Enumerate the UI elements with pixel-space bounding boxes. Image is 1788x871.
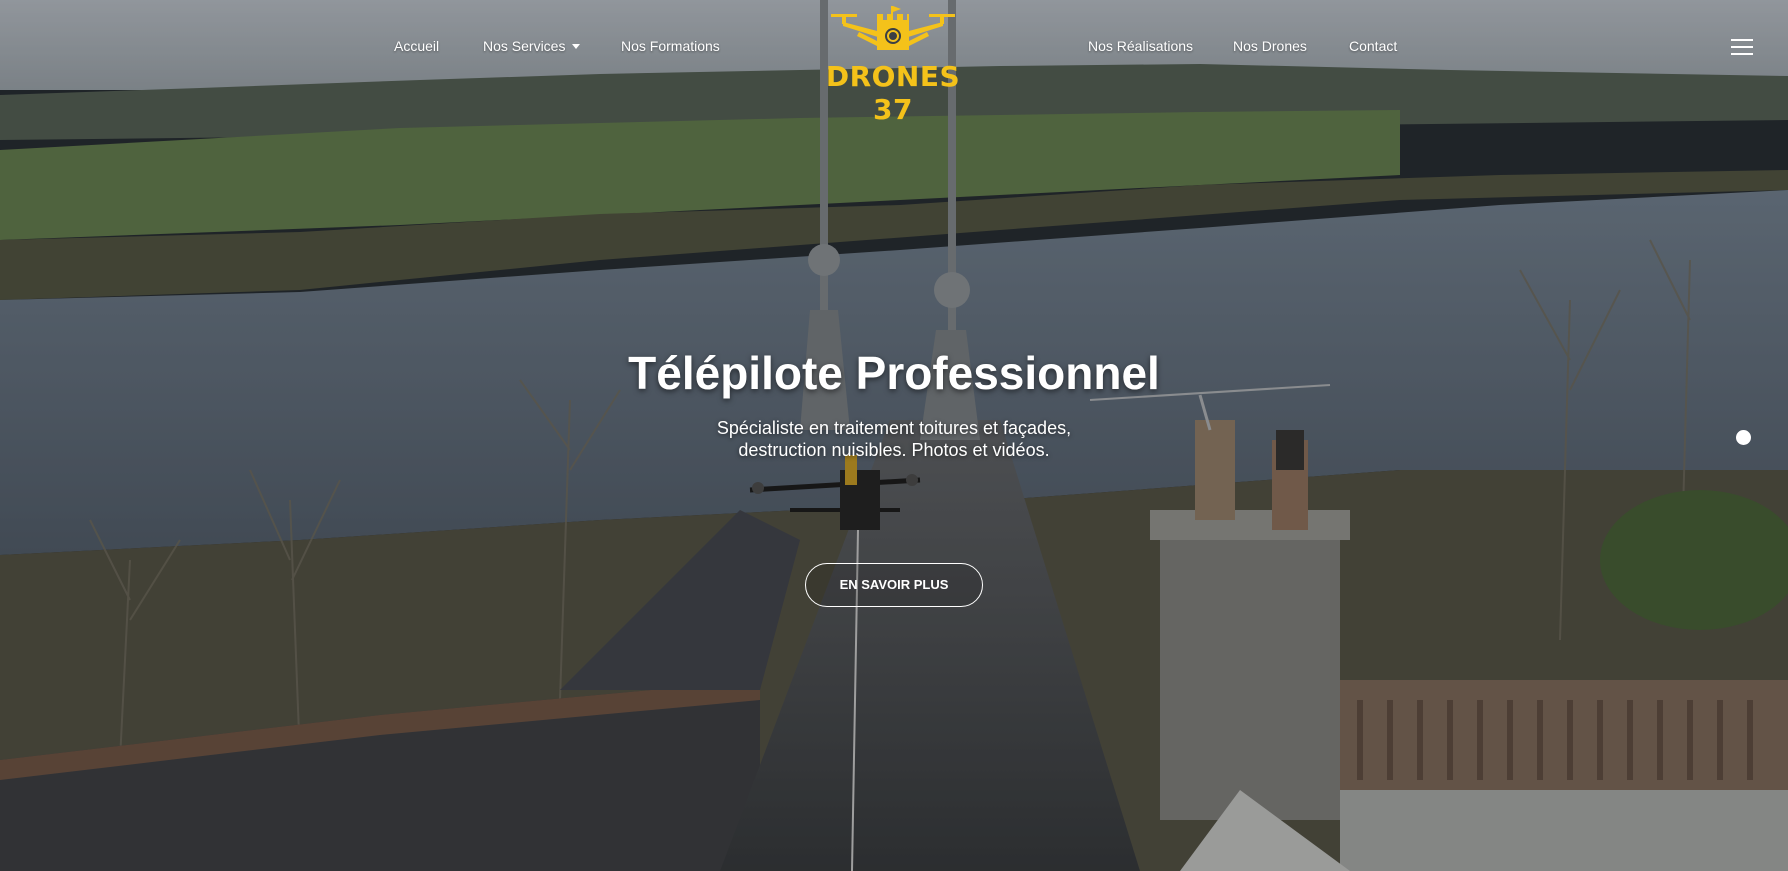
main-navigation: Accueil Nos Services Nos Formations Nos … [0, 0, 1788, 126]
hero-subtitle-line-1: Spécialiste en traitement toitures et fa… [716, 418, 1072, 438]
site-logo[interactable]: DRONES 37 [803, 6, 983, 126]
hero-subtitle-line-2: destruction nuisibles. Photos et vidéos. [738, 440, 1050, 460]
slider-dot-active[interactable] [1736, 430, 1751, 445]
nav-item-nos-drones[interactable]: Nos Drones [1233, 38, 1307, 54]
hero-title: Télépilote Professionnel [628, 347, 1160, 399]
logo-text: DRONES 37 [825, 60, 961, 126]
chevron-down-icon [572, 44, 581, 49]
nav-item-accueil[interactable]: Accueil [394, 38, 439, 54]
nav-item-nos-services-label: Nos Services [483, 38, 566, 54]
hamburger-menu-icon[interactable] [1731, 39, 1753, 55]
hero-subtitle: Spécialiste en traitement toitures et fa… [594, 417, 1194, 461]
nav-item-nos-formations[interactable]: Nos Formations [621, 38, 720, 54]
nav-item-nos-services[interactable]: Nos Services [483, 38, 581, 54]
drone-castle-logo-icon [831, 6, 955, 50]
en-savoir-plus-button[interactable]: EN SAVOIR PLUS [805, 563, 983, 607]
nav-item-contact[interactable]: Contact [1349, 38, 1397, 54]
nav-item-nos-realisations[interactable]: Nos Réalisations [1088, 38, 1193, 54]
